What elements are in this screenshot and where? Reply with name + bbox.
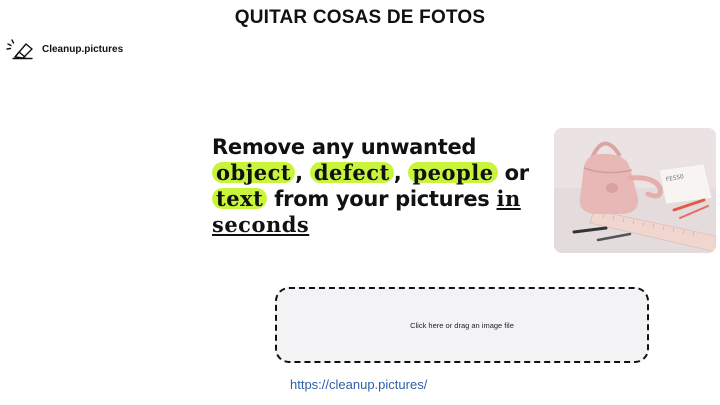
highlight-defect: defect bbox=[309, 162, 394, 183]
upload-dropzone[interactable]: Click here or drag an image file bbox=[275, 287, 649, 363]
separator: , bbox=[393, 161, 402, 185]
underlined-seconds: seconds bbox=[212, 212, 310, 237]
from-text: from your pictures bbox=[274, 187, 490, 211]
handbag-photo-illustration: FESSO bbox=[554, 128, 716, 253]
brand-name: Cleanup.pictures bbox=[42, 43, 124, 55]
dropzone-label: Click here or drag an image file bbox=[410, 320, 514, 330]
or-word: or bbox=[504, 161, 529, 185]
eraser-sparkle-icon bbox=[6, 39, 33, 60]
highlight-object: object bbox=[212, 162, 296, 183]
slide-title: QUITAR COSAS DE FOTOS bbox=[234, 7, 486, 28]
example-photo: FESSO bbox=[554, 128, 716, 253]
highlight-text: text bbox=[212, 188, 268, 209]
brand[interactable]: Cleanup.pictures bbox=[6, 38, 123, 60]
hero-headline: Remove any unwanted object, defect, peop… bbox=[212, 134, 542, 238]
highlight-people: people bbox=[408, 162, 498, 183]
underlined-in: in bbox=[496, 186, 521, 211]
website-link[interactable]: https://cleanup.pictures/ bbox=[290, 377, 427, 392]
hero-line1: Remove any unwanted bbox=[212, 135, 477, 159]
separator: , bbox=[295, 161, 303, 185]
